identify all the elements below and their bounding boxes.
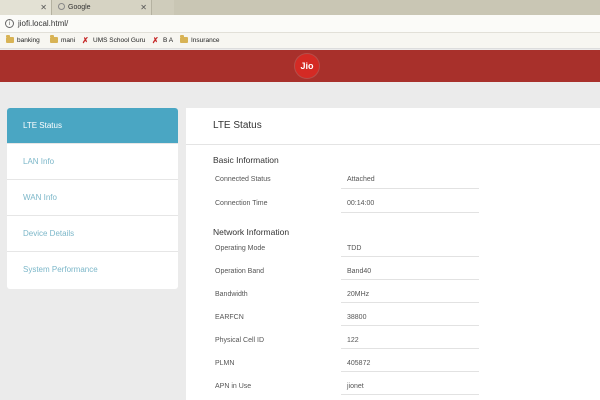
row-divider — [341, 394, 479, 395]
bookmark-b-a[interactable]: ✗ B A — [152, 33, 173, 49]
row-divider — [341, 256, 479, 257]
url-text[interactable]: jiofi.local.html/ — [18, 15, 68, 33]
value-connection-time: 00:14:00 — [347, 200, 375, 207]
page-header: Jio — [0, 50, 600, 82]
bookmark-label: B A — [163, 37, 174, 44]
ums-icon: ✗ — [152, 36, 159, 45]
label-connected-status: Connected Status — [215, 176, 271, 183]
bookmark-label: Insurance — [191, 37, 220, 44]
tab-title: Google — [68, 4, 91, 11]
label-connection-time: Connection Time — [215, 200, 268, 207]
label-plmn: PLMN — [215, 360, 235, 367]
jio-logo: Jio — [295, 54, 319, 78]
browser-tab[interactable]: ✕ — [0, 0, 52, 15]
folder-icon — [50, 35, 58, 43]
info-icon[interactable]: i — [5, 19, 14, 28]
value-earfcn: 38800 — [347, 314, 367, 321]
value-connected-status: Attached — [347, 176, 375, 183]
page-title: LTE Status — [213, 120, 262, 131]
section-title-basic: Basic Information — [213, 155, 279, 165]
value-bandwidth: 20MHz — [347, 291, 370, 298]
sidebar-item-wan-info[interactable]: WAN Info — [7, 180, 178, 216]
value-operating-mode: TDD — [347, 245, 362, 252]
row-divider — [341, 212, 479, 213]
address-bar[interactable]: i jiofi.local.html/ — [0, 15, 600, 33]
label-physical-cell-id: Physical Cell ID — [215, 337, 265, 344]
bookmark-label: UMS School Guru — [93, 37, 146, 44]
label-apn-in-use: APN in Use — [215, 383, 252, 390]
bookmark-label: mani — [61, 37, 76, 44]
ums-icon: ✗ — [82, 36, 89, 45]
lte-status-panel: LTE Status Basic Information Connected S… — [186, 108, 600, 400]
value-plmn: 405872 — [347, 360, 371, 367]
section-title-network: Network Information — [213, 227, 290, 237]
browser-tab-strip: ✕ Google ✕ — [0, 0, 600, 15]
row-divider — [341, 325, 479, 326]
google-icon — [58, 3, 65, 10]
sidebar-item-device-details[interactable]: Device Details — [7, 216, 178, 252]
sidebar-item-system-performance[interactable]: System Performance — [7, 252, 178, 288]
divider — [186, 144, 600, 145]
label-bandwidth: Bandwidth — [215, 291, 248, 298]
bookmark-label: banking — [17, 37, 40, 44]
value-apn-in-use: jionet — [347, 383, 364, 390]
bookmark-ums-school-guru[interactable]: ✗ UMS School Guru — [82, 33, 145, 49]
close-tab-icon[interactable]: ✕ — [140, 0, 147, 15]
label-operation-band: Operation Band — [215, 268, 265, 275]
bookmark-insurance[interactable]: Insurance — [180, 33, 220, 49]
label-earfcn: EARFCN — [215, 314, 244, 321]
folder-icon — [180, 35, 188, 43]
new-tab-button[interactable] — [152, 0, 174, 15]
sidebar-item-lte-status[interactable]: LTE Status — [7, 108, 178, 144]
close-tab-icon[interactable]: ✕ — [40, 0, 47, 15]
row-divider — [341, 279, 479, 280]
sidebar-item-lan-info[interactable]: LAN Info — [7, 144, 178, 180]
row-divider — [341, 371, 479, 372]
folder-icon — [6, 35, 14, 43]
value-physical-cell-id: 122 — [347, 337, 359, 344]
bookmark-mani[interactable]: mani — [50, 33, 75, 49]
value-operation-band: Band40 — [347, 268, 372, 275]
browser-tab-google[interactable]: Google ✕ — [52, 0, 152, 15]
row-divider — [341, 348, 479, 349]
row-divider — [341, 188, 479, 189]
sidebar-nav: LTE Status LAN Info WAN Info Device Deta… — [7, 108, 178, 289]
label-operating-mode: Operating Mode — [215, 245, 266, 252]
bookmark-banking[interactable]: banking — [6, 33, 40, 49]
row-divider — [341, 302, 479, 303]
bookmarks-bar: banking mani ✗ UMS School Guru ✗ B A Insur… — [0, 33, 600, 49]
